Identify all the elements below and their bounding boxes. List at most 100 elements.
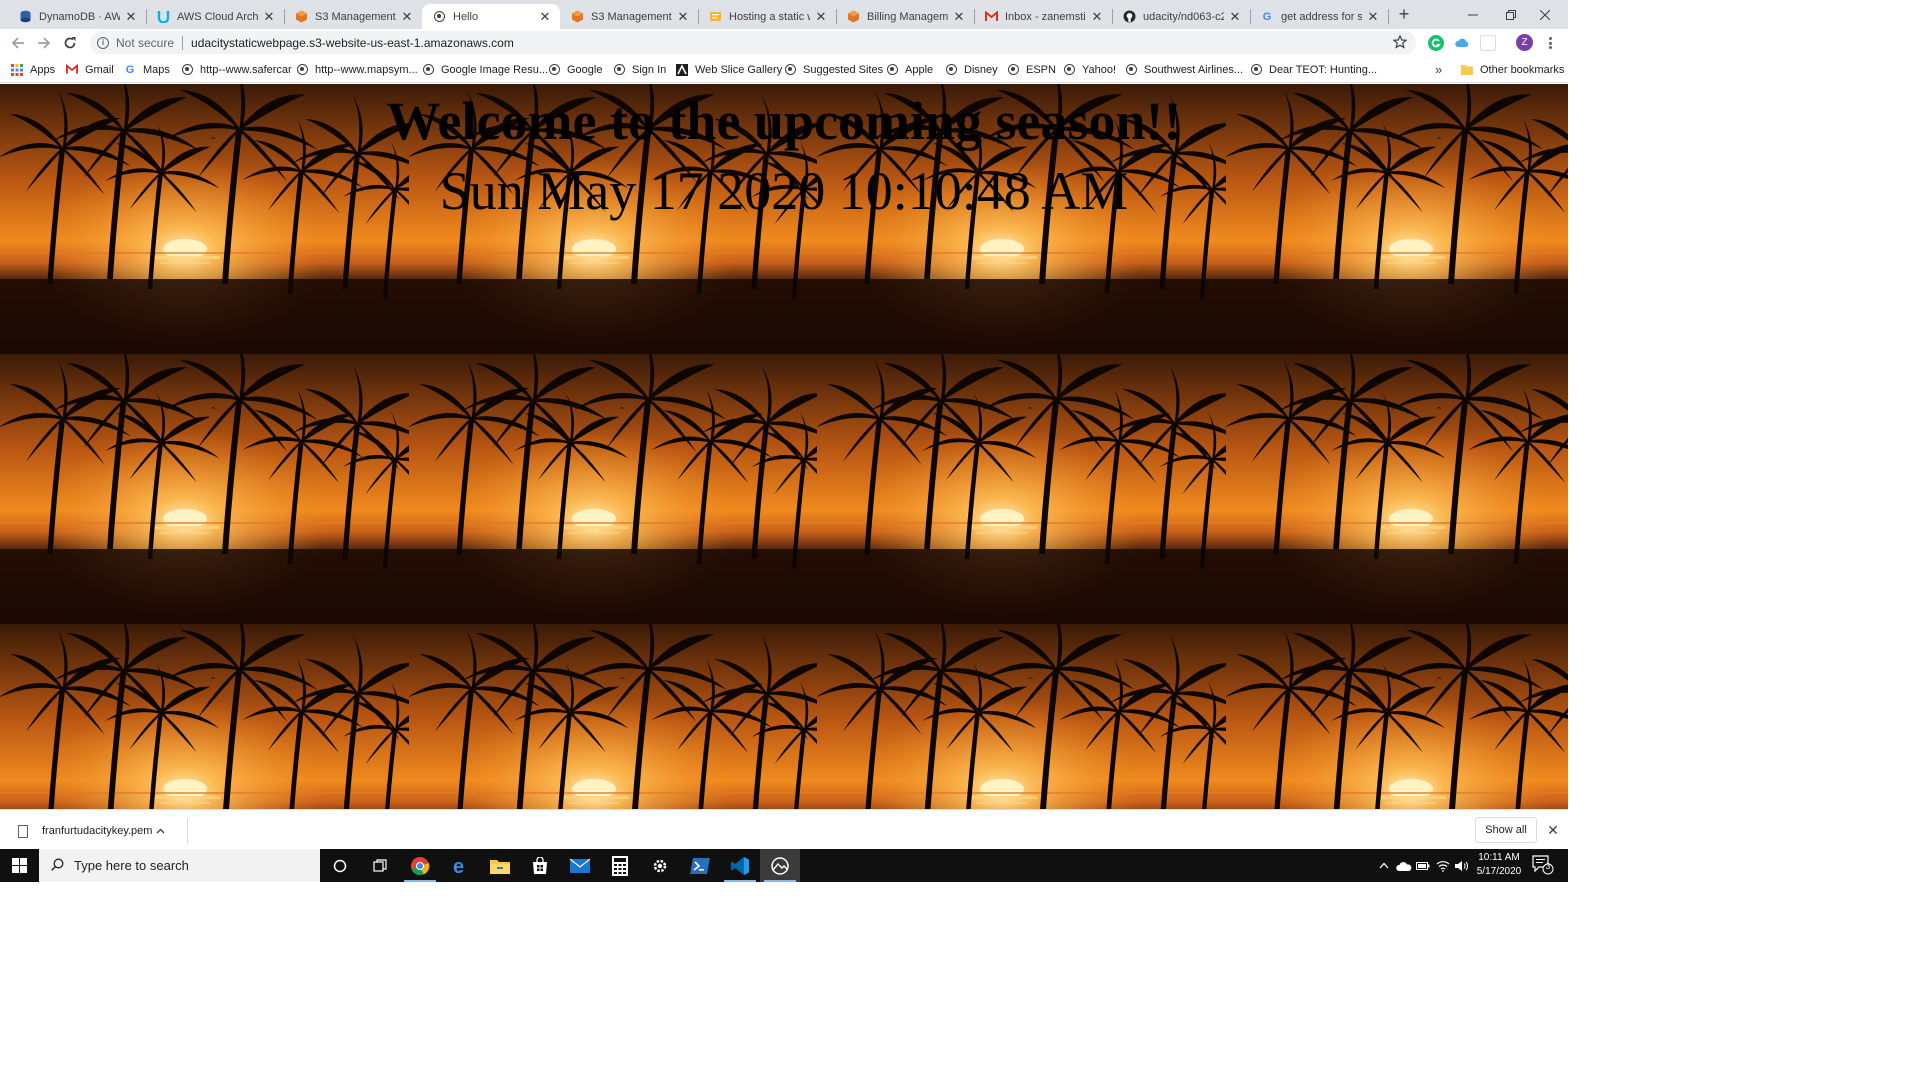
tab-hello[interactable]: Hello ✕ (422, 4, 560, 29)
tab-title: Billing Managemen (867, 10, 948, 23)
globe-icon (613, 64, 625, 76)
search-placeholder: Type here to search (74, 858, 189, 873)
apps-grid-icon (11, 63, 23, 76)
taskbar-clock[interactable]: 10:11 AM 5/17/2020 (1472, 851, 1526, 880)
calculator-icon[interactable] (600, 849, 640, 882)
tab-gmail-inbox[interactable]: Inbox - zanemstick ✕ (974, 4, 1112, 29)
bookmarks-overflow-button[interactable]: » (1435, 62, 1442, 77)
close-tab-icon[interactable]: ✕ (1228, 9, 1242, 25)
tab-google-search[interactable]: G get address for stat ✕ (1250, 4, 1388, 29)
tab-title: Hello (453, 10, 479, 23)
reload-button[interactable] (60, 33, 80, 53)
close-window-button[interactable] (1522, 0, 1568, 29)
other-bookmarks[interactable]: Other bookmarks (1461, 62, 1564, 77)
action-center-button[interactable]: 3 (1532, 855, 1554, 875)
bookmark-sign-in[interactable]: Sign In (613, 62, 666, 77)
close-tab-icon[interactable]: ✕ (538, 9, 552, 25)
forward-button[interactable] (34, 33, 54, 53)
bookmark-web-slice-gallery[interactable]: Web Slice Gallery (676, 62, 782, 77)
download-item[interactable]: franfurtudacitykey.pem (12, 818, 188, 844)
bookmark-suggested-sites[interactable]: Suggested Sites (784, 62, 883, 77)
taskbar-search[interactable]: Type here to search (39, 849, 320, 882)
bookmark-safercar[interactable]: http--www.safercar (181, 62, 292, 77)
bookmark-label: ESPN (1026, 63, 1056, 76)
bookmark-star-icon[interactable] (1392, 34, 1408, 52)
new-tab-button[interactable]: + (1396, 5, 1412, 23)
close-shelf-icon[interactable]: ✕ (1545, 822, 1561, 838)
close-tab-icon[interactable]: ✕ (814, 9, 828, 25)
security-label: Not secure (116, 35, 175, 50)
tab-aws-cloud-architect[interactable]: AWS Cloud Architec ✕ (146, 4, 284, 29)
cloud-extension-icon[interactable] (1454, 35, 1470, 51)
bookmark-disney[interactable]: Disney (945, 62, 998, 77)
clock-date: 5/17/2020 (1476, 866, 1522, 877)
close-tab-icon[interactable]: ✕ (1090, 9, 1104, 25)
globe-icon (886, 64, 898, 76)
bookmark-southwest[interactable]: Southwest Airlines... (1125, 62, 1243, 77)
bookmark-gmail[interactable]: Gmail (66, 62, 114, 77)
bookmark-dear-teot[interactable]: Dear TEOT: Hunting... (1250, 62, 1377, 77)
bookmark-yahoo[interactable]: Yahoo! (1063, 62, 1116, 77)
close-tab-icon[interactable]: ✕ (262, 9, 276, 25)
bookmark-google-image[interactable]: Google Image Resu... (422, 62, 548, 77)
wifi-icon[interactable] (1434, 849, 1452, 882)
volume-icon[interactable] (1453, 849, 1471, 882)
globe-icon (422, 64, 434, 76)
settings-icon[interactable] (640, 849, 680, 882)
cortana-icon[interactable] (320, 849, 360, 882)
chrome-menu-icon[interactable] (1545, 35, 1555, 51)
tab-title: S3 Management Co (315, 10, 396, 23)
chevron-up-icon[interactable] (156, 825, 165, 837)
start-button[interactable] (0, 849, 39, 882)
onedrive-icon[interactable] (1394, 849, 1414, 882)
reload-icon (64, 37, 76, 49)
mail-icon[interactable] (560, 849, 600, 882)
close-tab-icon[interactable]: ✕ (952, 9, 966, 25)
globe-icon (1063, 64, 1075, 76)
bookmark-mapsym[interactable]: http--www.mapsym... (296, 62, 418, 77)
url-text[interactable]: udacitystaticwebpage.s3-website-us-east-… (191, 36, 514, 50)
bookmark-maps[interactable]: G Maps (124, 62, 170, 77)
bookmark-apple[interactable]: Apple (886, 62, 933, 77)
powershell-icon[interactable] (680, 849, 720, 882)
chrome-icon[interactable] (400, 849, 440, 882)
tab-title: udacity/nd063-c2-c (1143, 10, 1224, 23)
tab-billing[interactable]: Billing Managemen ✕ (836, 4, 974, 29)
back-button[interactable] (8, 33, 28, 53)
file-icon (18, 824, 28, 838)
bookmark-label: http--www.mapsym... (315, 63, 418, 76)
vscode-icon[interactable] (720, 849, 760, 882)
address-bar[interactable]: i Not secure udacitystaticwebpage.s3-web… (90, 31, 1416, 54)
store-icon[interactable] (520, 849, 560, 882)
tab-s3-management-2[interactable]: S3 Management Co ✕ (560, 4, 698, 29)
tab-dynamodb[interactable]: DynamoDB · AWS C ✕ (8, 4, 146, 29)
chevron-up-icon[interactable] (1376, 849, 1392, 882)
bookmark-apps[interactable]: Apps (11, 62, 55, 77)
photos-icon[interactable] (760, 849, 800, 882)
google-icon: G (1262, 10, 1272, 23)
extension-placeholder-icon[interactable] (1480, 35, 1496, 51)
close-tab-icon[interactable]: ✕ (1366, 9, 1380, 25)
bookmark-espn[interactable]: ESPN (1007, 62, 1056, 77)
battery-icon[interactable] (1414, 849, 1432, 882)
sunset-tile (0, 624, 409, 809)
close-tab-icon[interactable]: ✕ (124, 9, 138, 25)
tab-title: Inbox - zanemstick (1005, 10, 1086, 23)
tab-hosting-static[interactable]: Hosting a static we ✕ (698, 4, 836, 29)
show-all-button[interactable]: Show all (1475, 817, 1537, 843)
bookmark-label: Disney (964, 63, 998, 76)
close-tab-icon[interactable]: ✕ (676, 9, 690, 25)
edge-icon[interactable]: e (440, 849, 480, 882)
bookmark-google[interactable]: Google (548, 62, 602, 77)
aws-s3-icon (570, 10, 584, 24)
tab-s3-management-1[interactable]: S3 Management Co ✕ (284, 4, 422, 29)
info-icon[interactable]: i (97, 36, 109, 49)
sunset-tile (0, 354, 409, 624)
close-tab-icon[interactable]: ✕ (400, 9, 414, 25)
tab-github[interactable]: udacity/nd063-c2-c ✕ (1112, 4, 1250, 29)
grammarly-extension-icon[interactable] (1428, 35, 1444, 51)
dynamodb-icon (18, 10, 32, 24)
file-explorer-icon[interactable] (480, 849, 520, 882)
task-view-icon[interactable] (360, 849, 400, 882)
profile-avatar[interactable]: Z (1516, 34, 1533, 51)
